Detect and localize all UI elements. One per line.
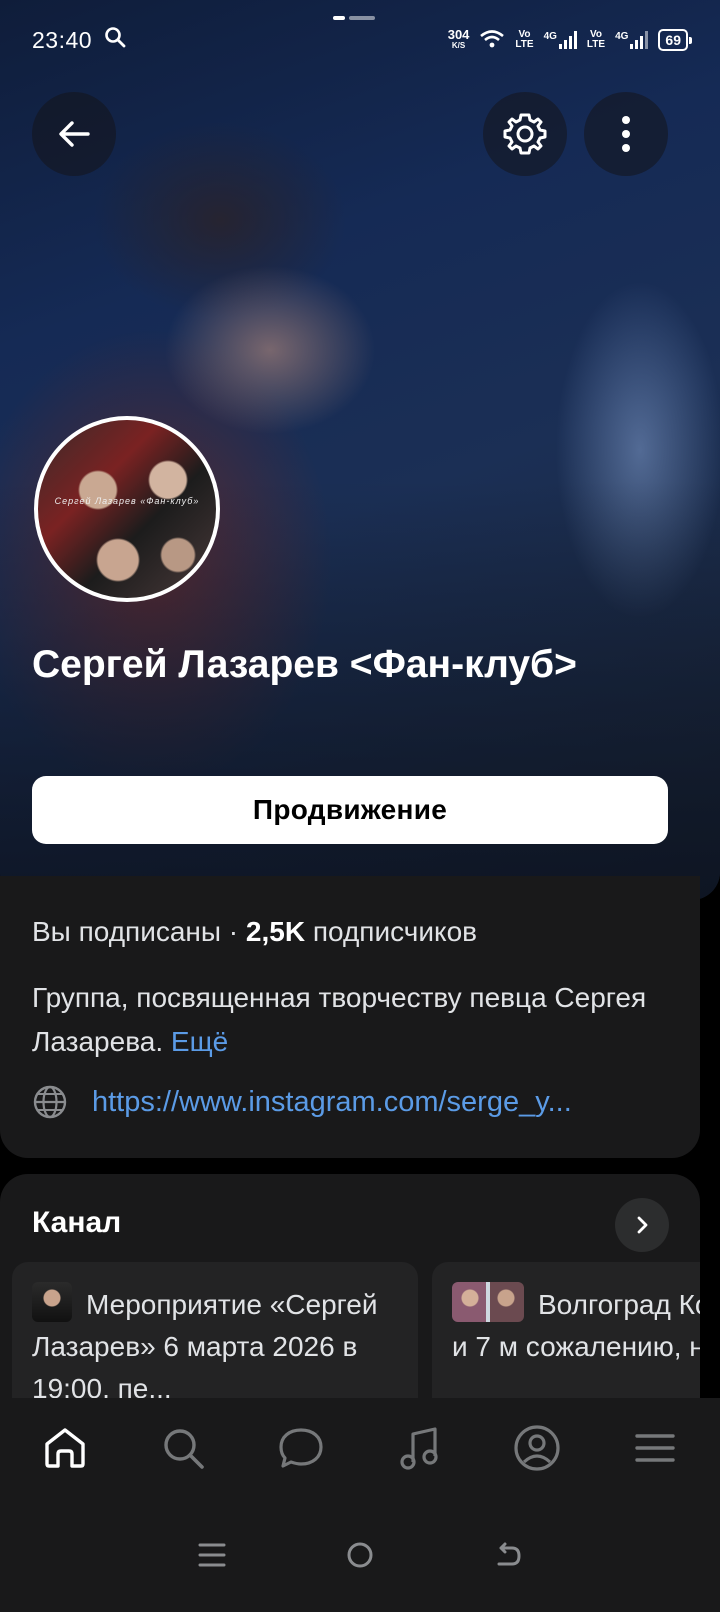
nav-home[interactable] [25, 1408, 105, 1488]
website-row[interactable]: https://www.instagram.com/serge_y... [32, 1084, 672, 1120]
group-description: Группа, посвященная творчеству певца Сер… [32, 976, 672, 1064]
group-info-card: Вы подписаны · 2,5K подписчиков Группа, … [0, 876, 700, 1158]
nav-menu[interactable] [615, 1408, 695, 1488]
messages-icon [279, 1428, 323, 1468]
group-title: Сергей Лазарев <Фан-клуб> [32, 643, 577, 686]
subscription-info: Вы подписаны · 2,5K подписчиков [32, 916, 477, 948]
settings-button[interactable] [483, 92, 567, 176]
followers-label[interactable]: подписчиков [305, 916, 477, 947]
channel-open-button[interactable] [615, 1198, 669, 1252]
subscribed-label: Вы подписаны · [32, 916, 246, 947]
system-navigation [0, 1498, 720, 1612]
net-speed: 304 K/S [447, 27, 470, 50]
avatar-caption: Сергей Лазарев «Фан-клуб» [54, 496, 200, 506]
nav-search[interactable] [143, 1408, 223, 1488]
group-avatar[interactable]: Сергей Лазарев «Фан-клуб» [34, 416, 220, 602]
channel-title: Канал [32, 1206, 122, 1239]
search-status-icon [104, 26, 126, 54]
post-thumbnail [32, 1282, 72, 1322]
profile-icon [514, 1425, 560, 1471]
wifi-icon [479, 29, 505, 52]
menu-icon [635, 1434, 675, 1462]
music-icon [400, 1427, 438, 1470]
channel-section: Канал Мероприятие «Сергей Лазарев» 6 мар… [0, 1174, 700, 1434]
description-text: Группа, посвященная творчеству певца Сер… [32, 982, 647, 1057]
home-icon [45, 1428, 85, 1468]
status-time: 23:40 [32, 26, 93, 53]
bottom-navigation [0, 1398, 720, 1498]
arrow-left-icon [59, 121, 90, 147]
more-vertical-icon [622, 116, 630, 152]
sim2-volte: Vo LTE [586, 29, 606, 50]
post-text: Мероприятие «Сергей Лазарев» 6 марта 202… [32, 1289, 378, 1404]
followers-count[interactable]: 2,5K [246, 916, 305, 947]
nav-music[interactable] [379, 1408, 459, 1488]
promotion-button[interactable]: Продвижение [32, 776, 668, 844]
battery-indicator: 69 [658, 29, 692, 51]
website-link[interactable]: https://www.instagram.com/serge_y... [92, 1086, 664, 1119]
back-nav-icon[interactable] [493, 1540, 523, 1570]
nav-messages[interactable] [261, 1408, 341, 1488]
search-icon [164, 1429, 204, 1469]
sim1-volte: Vo LTE [515, 29, 534, 50]
globe-icon [33, 1085, 67, 1119]
nav-profile[interactable] [497, 1408, 577, 1488]
home-circle-icon[interactable] [345, 1540, 375, 1570]
back-button[interactable] [32, 92, 116, 176]
chevron-right-icon [637, 1216, 648, 1234]
sim2-signal-icon: 4G [615, 31, 649, 49]
status-bar: 23:40 304 K/S Vo LTE 4G Vo LTE 4G 69 [0, 0, 720, 80]
recent-apps-icon[interactable] [197, 1540, 227, 1570]
post-thumbnail [452, 1282, 524, 1322]
sim1-signal-icon: 4G [544, 31, 577, 49]
more-button[interactable] [584, 92, 668, 176]
gear-icon [503, 113, 547, 155]
more-link[interactable]: Ещё [171, 1026, 228, 1057]
